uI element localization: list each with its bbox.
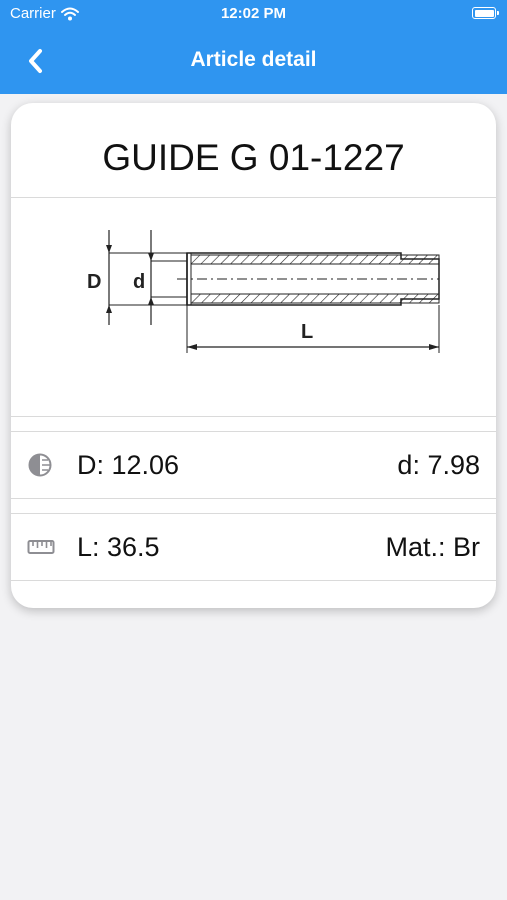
- diameter-row: D: 12.06 d: 7.98: [11, 432, 496, 498]
- status-bar: Carrier 12:02 PM: [0, 0, 507, 28]
- article-card: GUIDE G 01-1227 D d L D: 12.06 d: 7.98 L…: [11, 103, 496, 608]
- length-label: L: [301, 321, 313, 343]
- navigation-bar: Article detail: [0, 28, 507, 94]
- ruler-icon: [27, 540, 55, 554]
- page-title: Article detail: [190, 48, 317, 71]
- material-value: Mat.: Br: [385, 532, 480, 562]
- top-bar: Carrier 12:02 PM Article detail: [0, 0, 507, 94]
- divider: [11, 498, 496, 499]
- length-row: L: 36.5 Mat.: Br: [11, 514, 496, 580]
- inner-diameter-label: d: [133, 271, 145, 293]
- technical-drawing: D d L: [87, 230, 440, 353]
- diameter-icon: [28, 453, 52, 477]
- outer-diameter-value: D: 12.06: [77, 450, 180, 480]
- battery-icon: [472, 7, 499, 19]
- outer-diameter-label: D: [87, 271, 101, 293]
- length-value: L: 36.5: [77, 532, 160, 562]
- status-time: 12:02 PM: [220, 5, 287, 22]
- divider: [11, 197, 496, 198]
- divider: [11, 580, 496, 581]
- divider: [11, 416, 496, 417]
- inner-diameter-value: d: 7.98: [397, 450, 480, 480]
- article-name: GUIDE G 01-1227: [102, 137, 405, 178]
